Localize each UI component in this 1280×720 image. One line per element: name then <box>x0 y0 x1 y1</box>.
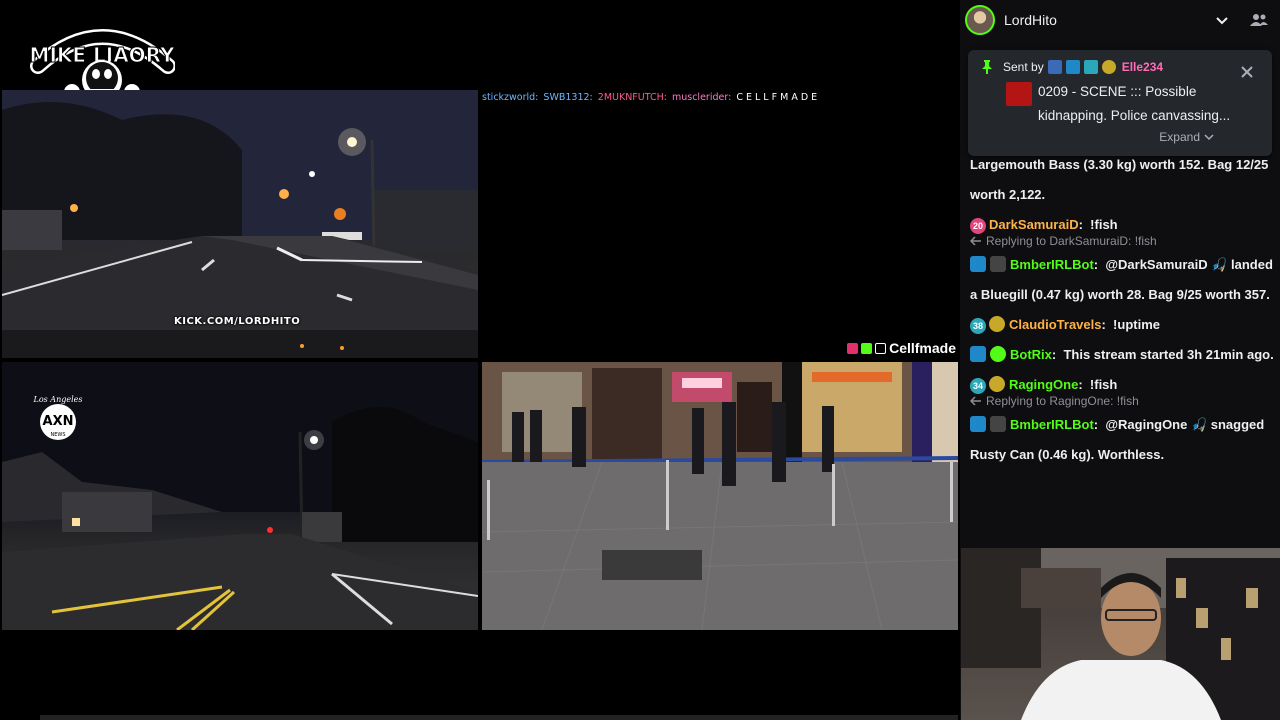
avatar[interactable] <box>965 5 995 35</box>
expand-button[interactable]: Expand <box>1159 130 1214 144</box>
chat-username[interactable]: BotRix <box>1010 347 1052 362</box>
axn-badge-main: AXN <box>43 414 74 429</box>
gold-badge-icon <box>989 316 1005 332</box>
subscriber-badge-icon: 20 <box>970 218 986 234</box>
chat-message: 34 RagingOne: !fish <box>970 370 1274 400</box>
chat-message: 20 DarkSamuraiD: !fish <box>970 210 1274 240</box>
message-text: !fish <box>1089 377 1118 392</box>
dashcam-feed-bottom: Los Angeles AXN NEWS <box>2 362 478 630</box>
chat-ticker: stickzworld: SWB1312: 2MUKNFUTCH: muscle… <box>482 92 958 106</box>
chevron-down-icon <box>1204 134 1214 141</box>
gold-badge-icon <box>1101 60 1116 74</box>
chat-message: BmberIRLBot: @DarkSamuraiD 🎣 landed a Bl… <box>970 256 1273 302</box>
chat-header: LordHito <box>960 0 1280 40</box>
channel-name[interactable]: LordHito <box>1004 12 1057 28</box>
chevron-down-icon[interactable] <box>1214 12 1230 28</box>
kick-watermark: KICK.COM/LORDHITO <box>174 316 301 327</box>
pinned-sender[interactable]: Elle234 <box>1122 60 1163 74</box>
close-icon[interactable] <box>1240 65 1254 79</box>
gift-badge-icon <box>1047 60 1062 74</box>
chat-username[interactable]: ClaudioTravels <box>1009 317 1101 332</box>
ticker-user: C E L L F M A D E <box>736 92 818 103</box>
chat-message: 38 ClaudioTravels: !uptime <box>970 310 1274 340</box>
ticker-user: 2MUKNFUTCH: <box>597 92 667 103</box>
chat-messages: Largemouth Bass (3.30 kg) worth 152. Bag… <box>970 150 1274 470</box>
moderator-badge-icon <box>970 256 986 272</box>
player-progress-bar[interactable] <box>40 715 958 720</box>
chat-username[interactable]: BmberIRLBot <box>1010 417 1094 432</box>
verified-badge-icon <box>990 346 1006 362</box>
social-handle: Cellfmade <box>847 340 956 356</box>
ticker-user: musclerider: <box>671 92 732 103</box>
subscriber-badge-icon: 38 <box>970 318 986 334</box>
axn-news-logo: Los Angeles AXN NEWS <box>32 392 84 444</box>
x-icon <box>875 342 887 354</box>
expand-label: Expand <box>1159 130 1200 144</box>
axn-badge-top: Los Angeles <box>33 395 83 404</box>
chat-message: BotRix: This stream started 3h 21min ago… <box>970 340 1274 370</box>
sent-by-label: Sent by <box>1003 60 1044 74</box>
dashcam-feed-top: KICK.COM/LORDHITO <box>2 90 478 358</box>
pin-icon <box>982 60 992 74</box>
message-text: Largemouth Bass (3.30 kg) worth 152. Bag… <box>970 157 1269 202</box>
message-text: !fish <box>1090 217 1118 232</box>
subscriber-badge-icon: 34 <box>970 378 986 394</box>
stream-video[interactable]: MIKE LIAORY KICK.COM/LORDHITO stickzworl… <box>0 0 960 720</box>
instagram-icon <box>847 342 859 354</box>
bot-badge-icon <box>990 256 1006 272</box>
message-text: This stream started 3h 21min ago. <box>1063 347 1274 362</box>
users-icon[interactable] <box>1250 11 1268 29</box>
chat-username[interactable]: BmberIRLBot <box>1010 257 1094 272</box>
pinned-text: 0209 - SCENE ::: Possible kidnapping. Po… <box>1038 84 1231 123</box>
moderator-badge-icon <box>970 346 986 362</box>
ticker-user: stickzworld: <box>482 92 539 103</box>
emote-icon <box>1006 82 1032 106</box>
pinned-message[interactable]: Sent by Elle234 0209 - SCENE ::: Possibl… <box>968 50 1272 156</box>
hammer-badge-icon <box>1065 60 1080 74</box>
gold-badge-icon <box>989 376 1005 392</box>
axn-badge-sub: NEWS <box>50 432 65 438</box>
chat-message: BmberIRLBot: @RagingOne 🎣 snagged Rusty … <box>970 416 1265 462</box>
ticker-user: SWB1312: <box>543 92 593 103</box>
bot-badge-icon <box>990 416 1006 432</box>
chat-username[interactable]: DarkSamuraiD <box>989 217 1079 232</box>
social-handle-text: Cellfmade <box>889 340 956 356</box>
kick-icon <box>861 342 873 354</box>
chat-message: Largemouth Bass (3.30 kg) worth 152. Bag… <box>970 150 1274 210</box>
webcam-feed <box>961 548 1280 720</box>
message-text: !uptime <box>1113 317 1160 332</box>
subscriber-badge-icon <box>1083 60 1098 74</box>
chat-username[interactable]: RagingOne <box>1009 377 1078 392</box>
irl-walk-feed <box>482 362 958 630</box>
moderator-badge-icon <box>970 416 986 432</box>
